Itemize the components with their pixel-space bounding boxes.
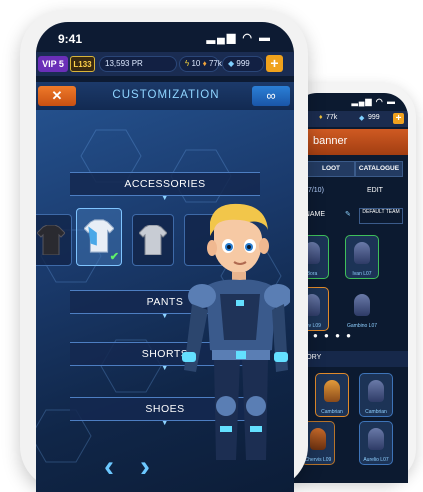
power-rating-value: 13,593 PR xyxy=(105,59,143,68)
back-tabs: LOOT CATALOGUE xyxy=(293,159,408,177)
next-arrow-icon[interactable]: › xyxy=(140,450,150,484)
crystal-counter: ◆ 999 xyxy=(222,56,264,72)
back-inventory-header: NTORY xyxy=(293,351,408,367)
back-subbar: S (7/10) EDIT xyxy=(293,183,408,201)
back-banner-text: banner xyxy=(313,135,348,147)
category-accessories-label: ACCESSORIES xyxy=(124,178,206,190)
inventory-card-name: Cambrian xyxy=(365,409,387,415)
back-gem-icon: ♦ xyxy=(319,114,323,121)
inventory-card[interactable]: Cambrian xyxy=(359,373,393,417)
inventory-card[interactable]: Aurelio L07 xyxy=(359,421,393,465)
category-accessories[interactable]: ACCESSORIES ▼ xyxy=(70,172,260,202)
tab-loot[interactable]: LOOT xyxy=(307,161,355,177)
page-title: CUSTOMIZATION xyxy=(112,89,220,101)
vip-badge[interactable]: VIP 5 xyxy=(38,56,68,72)
back-team-row: M NAME ✎ DEFAULT TEAM xyxy=(293,207,408,225)
previous-arrow-icon[interactable]: ‹ xyxy=(104,450,114,484)
inventory-card[interactable]: Cambrian xyxy=(315,373,349,417)
close-button[interactable]: ✕ xyxy=(38,86,76,106)
back-edit-button[interactable]: EDIT xyxy=(367,187,383,194)
energy-value: 10 xyxy=(191,59,201,68)
item-tile-white-shirt[interactable]: ✔ xyxy=(76,208,122,266)
crystals-value: 999 xyxy=(236,59,250,68)
gems-value: 77k xyxy=(208,59,222,68)
back-hero-card[interactable]: Gambino L07 xyxy=(345,287,379,331)
page-dots: ● ● ● ● xyxy=(313,331,353,340)
item-tile-dark-shirt[interactable] xyxy=(36,214,72,266)
back-banner: banner xyxy=(293,129,408,155)
back-status-bar: ▂▄▆ ◠ ▬ xyxy=(351,97,396,106)
inventory-card-name: Aurelio L07 xyxy=(363,457,389,463)
background-phone-screen: ▂▄▆ ◠ ▬ 10 ♦ 77k ◆ 999 + banner LOOT CAT… xyxy=(293,93,408,483)
crystal-icon: ◆ xyxy=(228,59,235,68)
back-hero-card-name: Gambino L07 xyxy=(346,323,378,329)
dark-shirt-icon xyxy=(37,225,65,255)
hero-character-illustration xyxy=(182,203,290,460)
gray-shirt-icon xyxy=(139,225,167,255)
white-shirt-icon xyxy=(84,219,114,253)
inventory-card-name: Cambrian xyxy=(321,409,343,415)
resource-bar: VIP 5 L133 13,593 PR ϟ 10 ♦ 77k ◆ 999 + xyxy=(36,52,294,76)
default-team-button[interactable]: DEFAULT TEAM xyxy=(359,208,403,224)
selected-check-icon: ✔ xyxy=(109,251,119,263)
pencil-icon[interactable]: ✎ xyxy=(345,210,351,218)
item-tile-gray-shirt[interactable] xyxy=(132,214,174,266)
header-bar: ✕ CUSTOMIZATION ∞ xyxy=(36,82,294,110)
signal-wifi-battery-icon: ▂▄▆ ◠ ▬ xyxy=(206,32,272,44)
back-resource-bar: 10 ♦ 77k ◆ 999 + xyxy=(293,111,408,127)
back-hero-card-name: Ivan L07 xyxy=(352,271,372,277)
status-bar: 9:41 ▂▄▆ ◠ ▬ xyxy=(36,22,294,50)
inventory-card-name: Chervis L09 xyxy=(304,457,332,463)
back-gems-value: 77k xyxy=(326,114,338,121)
power-rating: 13,593 PR xyxy=(99,56,177,72)
tab-catalogue[interactable]: CATALOGUE xyxy=(355,161,403,177)
category-pants-label: PANTS xyxy=(146,296,184,308)
status-time: 9:41 xyxy=(58,32,83,46)
category-shoes-label: SHOES xyxy=(145,403,185,415)
link-button[interactable]: ∞ xyxy=(252,86,290,106)
gem-icon: ♦ xyxy=(202,59,207,68)
add-currency-button[interactable]: + xyxy=(266,55,283,72)
lightning-icon: ϟ xyxy=(185,59,190,68)
back-add-currency-button[interactable]: + xyxy=(393,113,404,124)
back-crystal-icon: ◆ xyxy=(359,115,365,122)
energy-counter: ϟ 10 ♦ 77k xyxy=(179,56,222,72)
level-badge: L133 xyxy=(70,56,95,72)
back-hero-card[interactable]: Ivan L07 xyxy=(345,235,379,279)
back-crystals-value: 999 xyxy=(368,114,380,121)
